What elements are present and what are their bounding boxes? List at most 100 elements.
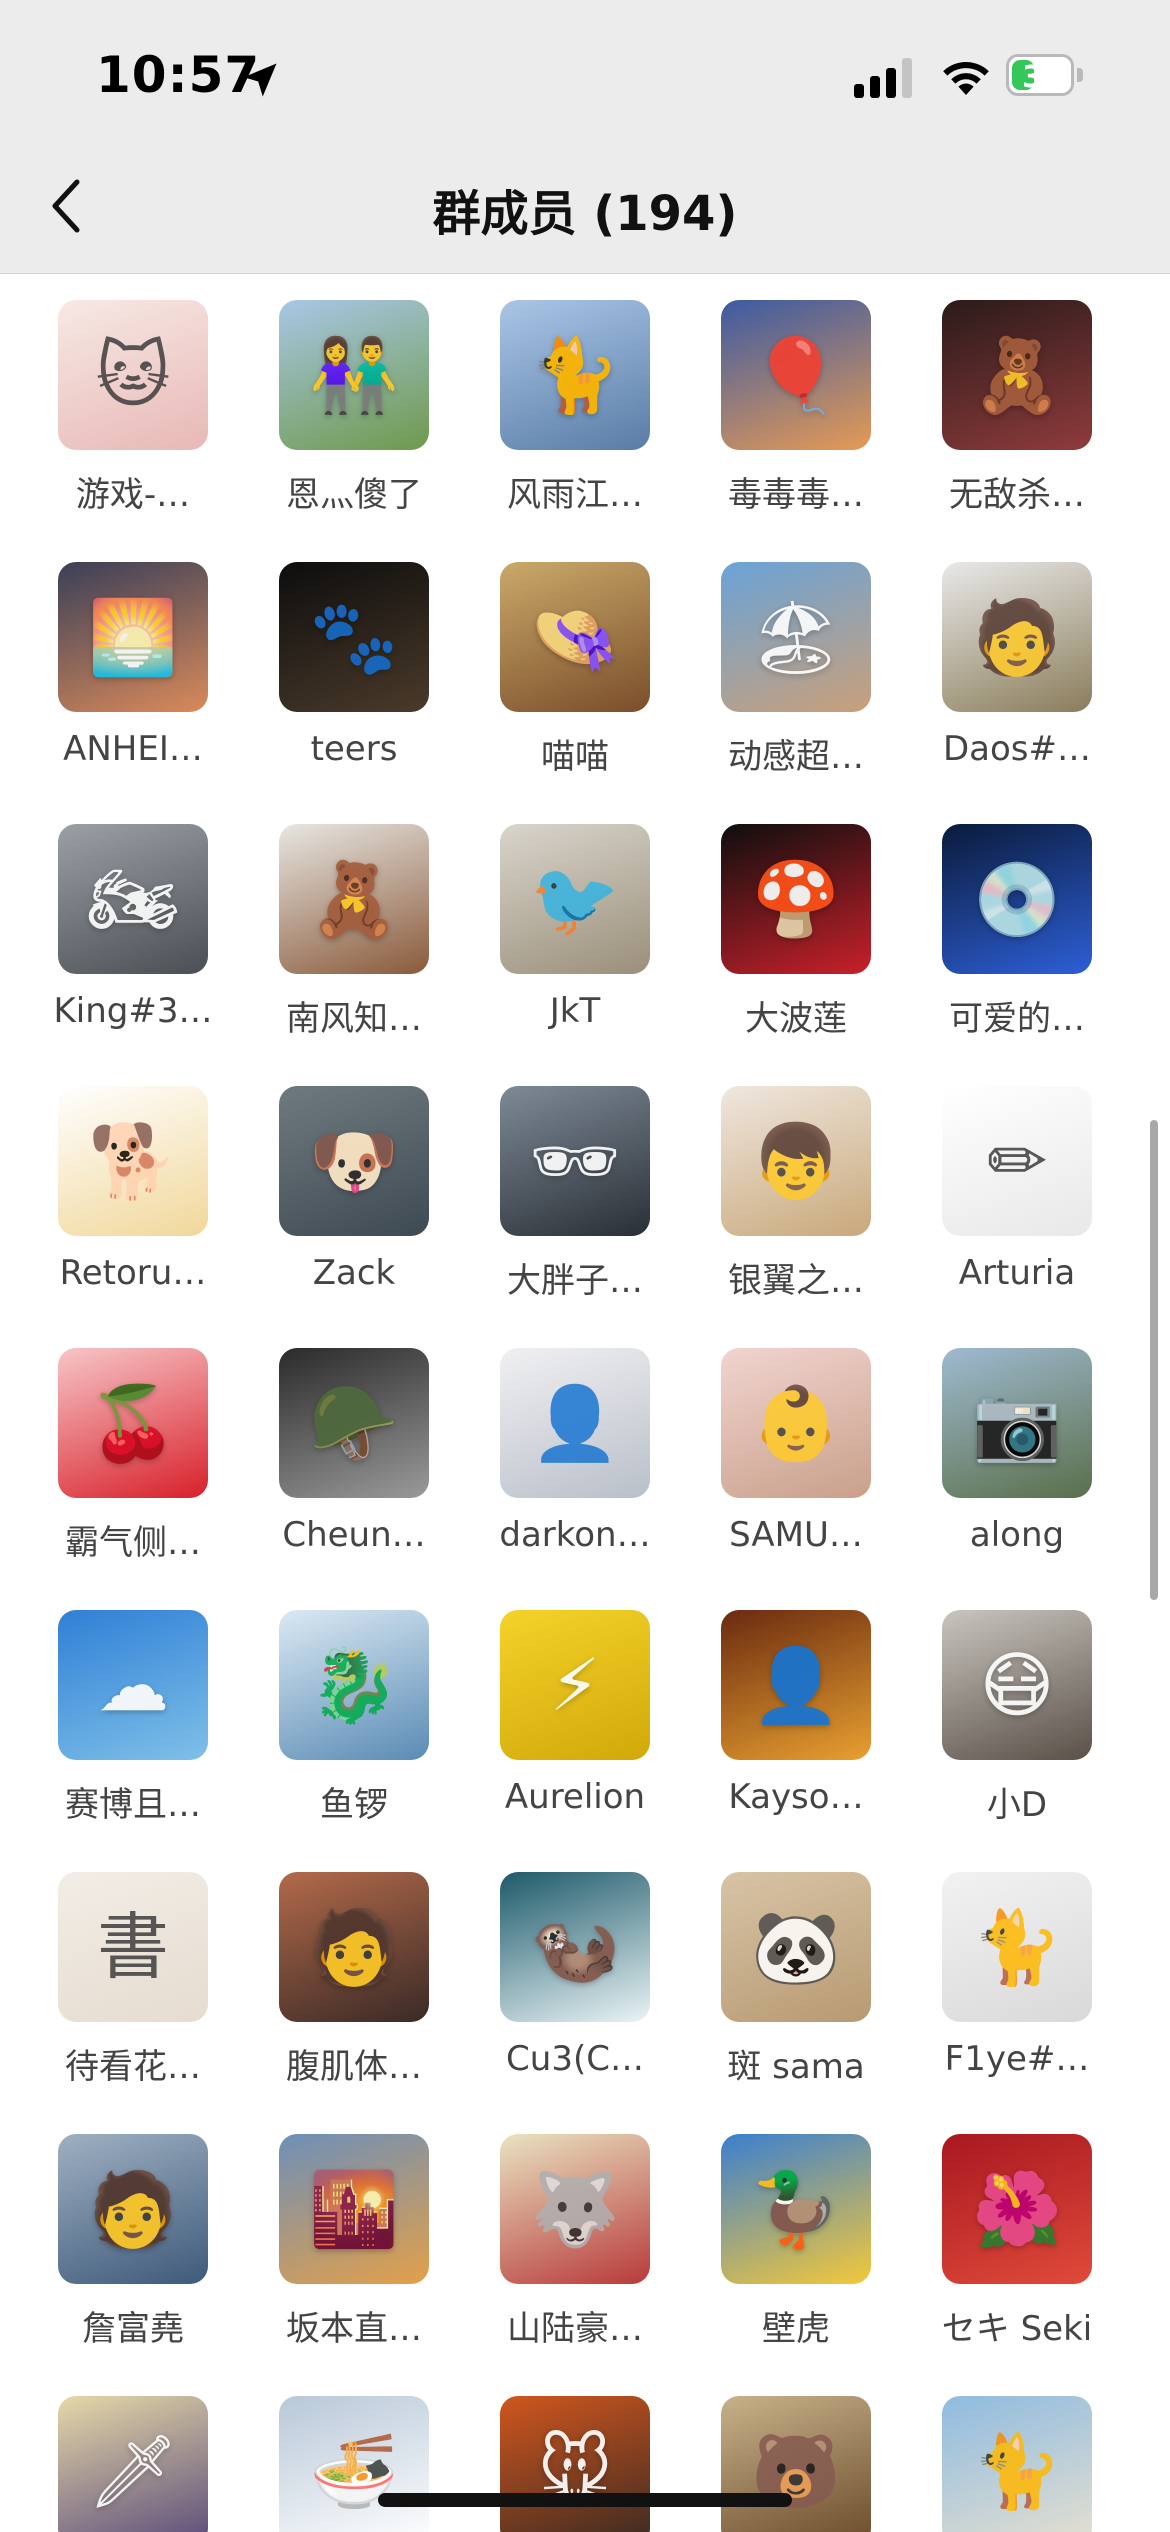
- member-avatar[interactable]: 😷: [942, 1610, 1092, 1760]
- member-avatar[interactable]: 🦆: [721, 2134, 871, 2284]
- member-avatar[interactable]: 🦦: [500, 1872, 650, 2022]
- member-avatar[interactable]: 💿: [942, 824, 1092, 974]
- member-item[interactable]: 🧑 詹富堯: [0, 2107, 221, 2369]
- member-avatar[interactable]: 🏍: [58, 824, 208, 974]
- member-item[interactable]: 🧸 南风知…: [221, 797, 442, 1059]
- member-item[interactable]: 🐻: [663, 2369, 884, 2532]
- member-item[interactable]: 🐦 JkT: [442, 797, 663, 1059]
- member-item[interactable]: 👤 darkon…: [442, 1321, 663, 1583]
- member-item[interactable]: 👫 恩灬傻了: [221, 273, 442, 535]
- member-avatar[interactable]: 🐱: [58, 300, 208, 450]
- member-avatar[interactable]: 🐼: [721, 1872, 871, 2022]
- cartoon-man-icon: 🧑: [972, 595, 1062, 679]
- member-item[interactable]: 🧸 无敌杀…: [884, 273, 1105, 535]
- member-item[interactable]: 😷 小D: [884, 1583, 1105, 1845]
- member-item[interactable]: 🧑 Daos#…: [884, 535, 1105, 797]
- member-item[interactable]: 👒 喵喵: [442, 535, 663, 797]
- member-avatar[interactable]: 🐻: [721, 2396, 871, 2532]
- member-item[interactable]: 🌅 ANHEI…: [0, 535, 221, 797]
- member-item[interactable]: 🐭: [442, 2369, 663, 2532]
- calligraphy-icon: 書: [96, 1905, 169, 1989]
- member-avatar[interactable]: 👶: [721, 1348, 871, 1498]
- member-avatar[interactable]: 🏖: [721, 562, 871, 712]
- member-item[interactable]: 🪖 Cheun…: [221, 1321, 442, 1583]
- member-item[interactable]: 🍄 大波莲: [663, 797, 884, 1059]
- member-avatar[interactable]: 🐭: [500, 2396, 650, 2532]
- member-item[interactable]: 🌇 坂本直…: [221, 2107, 442, 2369]
- member-item[interactable]: 🐱 游戏-…: [0, 273, 221, 535]
- member-avatar[interactable]: 👤: [721, 1610, 871, 1760]
- member-avatar[interactable]: 🐺: [500, 2134, 650, 2284]
- member-item[interactable]: 🐉 鱼锣: [221, 1583, 442, 1845]
- member-item[interactable]: 🐈 风雨江…: [442, 273, 663, 535]
- member-avatar[interactable]: ⚡: [500, 1610, 650, 1760]
- member-avatar[interactable]: 🪖: [279, 1348, 429, 1498]
- member-avatar[interactable]: 🐈: [942, 2396, 1092, 2532]
- member-avatar[interactable]: 🗡: [58, 2396, 208, 2532]
- member-avatar[interactable]: 書: [58, 1872, 208, 2022]
- member-avatar[interactable]: 🌇: [279, 2134, 429, 2284]
- member-avatar[interactable]: 🍄: [721, 824, 871, 974]
- member-avatar[interactable]: 👒: [500, 562, 650, 712]
- member-avatar[interactable]: 🐕: [58, 1086, 208, 1236]
- member-avatar[interactable]: 🌺: [942, 2134, 1092, 2284]
- member-avatar[interactable]: 👤: [500, 1348, 650, 1498]
- member-avatar[interactable]: 🍜: [279, 2396, 429, 2532]
- member-avatar[interactable]: ✏: [942, 1086, 1092, 1236]
- couple-figures-icon: 👫: [309, 333, 399, 417]
- member-item[interactable]: 🐕 Retoru…: [0, 1059, 221, 1321]
- wifi-icon: [943, 61, 989, 95]
- member-item[interactable]: 🎈 毒毒毒…: [663, 273, 884, 535]
- member-avatar[interactable]: 👦: [721, 1086, 871, 1236]
- man-portrait-icon: 🕶: [529, 1119, 621, 1203]
- member-avatar[interactable]: 🧑: [942, 562, 1092, 712]
- member-avatar[interactable]: 🌅: [58, 562, 208, 712]
- member-item[interactable]: 🌺 セキ Seki: [884, 2107, 1105, 2369]
- member-avatar[interactable]: 📷: [942, 1348, 1092, 1498]
- member-item[interactable]: ⚡ Aurelion: [442, 1583, 663, 1845]
- member-avatar[interactable]: 👫: [279, 300, 429, 450]
- member-item[interactable]: 🦆 壁虎: [663, 2107, 884, 2369]
- member-avatar[interactable]: 🧑: [58, 2134, 208, 2284]
- member-item[interactable]: 🍒 霸气侧…: [0, 1321, 221, 1583]
- member-avatar[interactable]: 🐶: [279, 1086, 429, 1236]
- member-item[interactable]: 書待看花…: [0, 1845, 221, 2107]
- member-item[interactable]: 🐾 teers: [221, 535, 442, 797]
- member-item[interactable]: 🐈 F1ye#…: [884, 1845, 1105, 2107]
- member-avatar[interactable]: 🍒: [58, 1348, 208, 1498]
- member-item[interactable]: 🦦 Cu3(C…: [442, 1845, 663, 2107]
- status-time: 10:57: [96, 46, 261, 104]
- member-item[interactable]: 🧑 腹肌体…: [221, 1845, 442, 2107]
- member-avatar[interactable]: 🐈: [500, 300, 650, 450]
- member-item[interactable]: 🏖 动感超…: [663, 535, 884, 797]
- member-item[interactable]: 👶 SAMU…: [663, 1321, 884, 1583]
- member-item[interactable]: ☁ 赛博且…: [0, 1583, 221, 1845]
- member-item[interactable]: 🕶 大胖子…: [442, 1059, 663, 1321]
- member-avatar[interactable]: 🐾: [279, 562, 429, 712]
- member-avatar[interactable]: 🐦: [500, 824, 650, 974]
- status-bar: 10:57 35: [0, 0, 1170, 150]
- member-item[interactable]: 🐺 山陆豪…: [442, 2107, 663, 2369]
- scrollbar[interactable]: [1150, 1120, 1158, 1600]
- member-item[interactable]: 🐶 Zack: [221, 1059, 442, 1321]
- member-avatar[interactable]: 🐈: [942, 1872, 1092, 2022]
- member-avatar[interactable]: 🧑: [279, 1872, 429, 2022]
- member-avatar[interactable]: ☁: [58, 1610, 208, 1760]
- member-item[interactable]: 👦 银翼之…: [663, 1059, 884, 1321]
- member-name: 无敌杀…: [949, 475, 1085, 515]
- member-item[interactable]: 🍜: [221, 2369, 442, 2532]
- member-item[interactable]: 🐈: [884, 2369, 1105, 2532]
- member-avatar[interactable]: 🐉: [279, 1610, 429, 1760]
- member-avatar[interactable]: 🧸: [942, 300, 1092, 450]
- member-item[interactable]: 📷 along: [884, 1321, 1105, 1583]
- member-item[interactable]: 🏍 King#3…: [0, 797, 221, 1059]
- member-avatar[interactable]: 🕶: [500, 1086, 650, 1236]
- member-avatar[interactable]: 🎈: [721, 300, 871, 450]
- member-item[interactable]: 💿 可爱的…: [884, 797, 1105, 1059]
- mario-icon: 🍄: [751, 857, 841, 941]
- member-item[interactable]: 🗡: [0, 2369, 221, 2532]
- member-item[interactable]: 🐼 斑 sama: [663, 1845, 884, 2107]
- member-avatar[interactable]: 🧸: [279, 824, 429, 974]
- member-item[interactable]: 👤 Kayso…: [663, 1583, 884, 1845]
- member-item[interactable]: ✏ Arturia: [884, 1059, 1105, 1321]
